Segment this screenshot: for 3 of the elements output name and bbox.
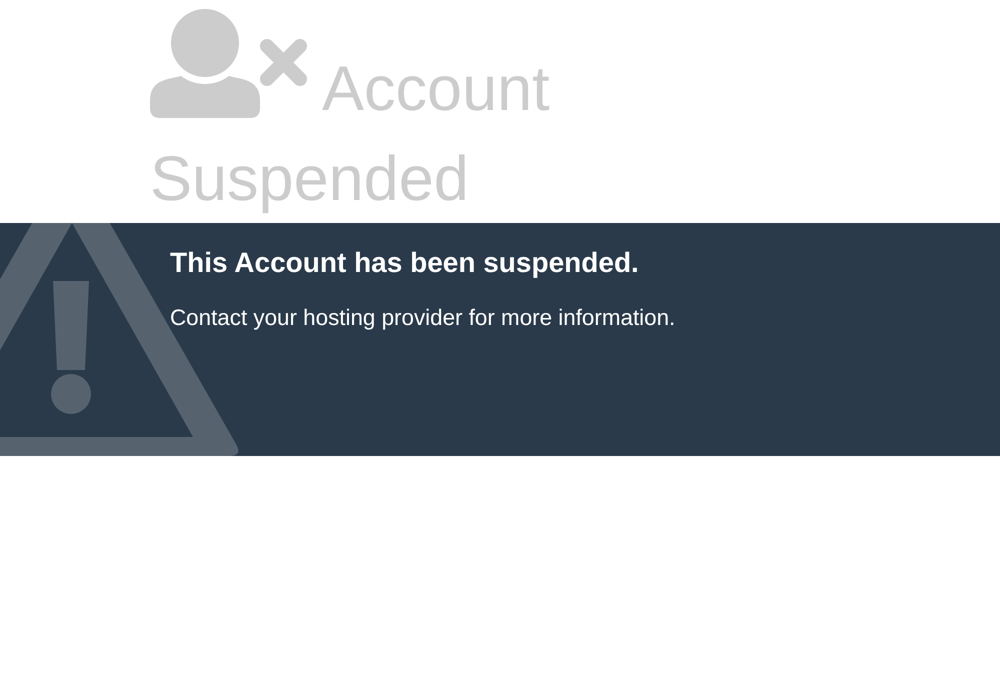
notice-heading: This Account has been suspended. (170, 247, 639, 279)
user-x-icon (150, 8, 308, 118)
notice-message: Contact your hosting provider for more information. (170, 305, 676, 331)
